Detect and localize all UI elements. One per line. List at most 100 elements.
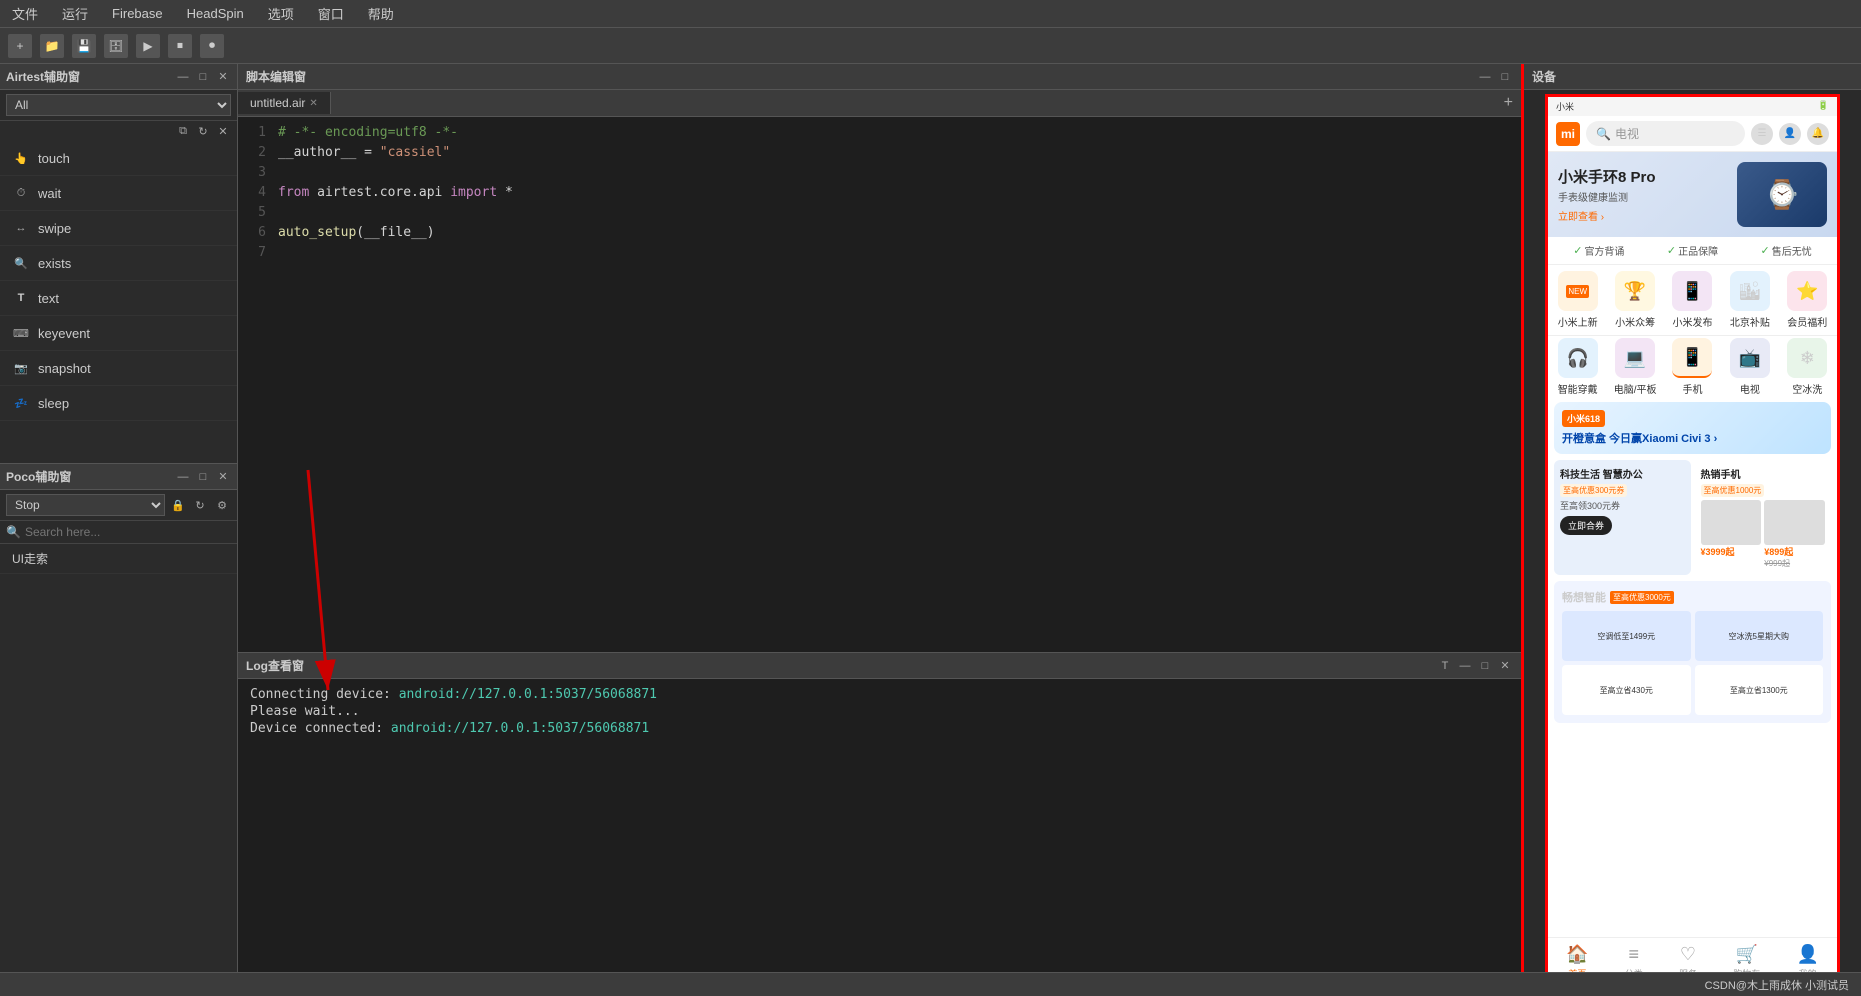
- airtest-item-snapshot[interactable]: 📷 snapshot: [0, 351, 237, 386]
- device-panel-header: 设备: [1524, 64, 1861, 90]
- mi-pcat-laptop[interactable]: 💻 电脑/平板: [1609, 338, 1660, 396]
- mi-nav-category[interactable]: ≡ 分类: [1625, 944, 1643, 972]
- new-button[interactable]: +: [8, 34, 32, 58]
- mi-618-title[interactable]: 开橙意盒 今日赢Xiaomi Civi 3 ›: [1562, 430, 1823, 446]
- editor-tab-untitled[interactable]: untitled.air ✕: [238, 92, 331, 114]
- snapshot-icon: 📷: [12, 359, 30, 377]
- mi-smart-item-4[interactable]: 至高立省1300元: [1695, 665, 1824, 715]
- mi-nav-home[interactable]: 🏠 首页: [1566, 944, 1588, 972]
- text-icon: T: [12, 289, 30, 307]
- mi-bell-icon[interactable]: 🔔: [1807, 123, 1829, 145]
- menu-help[interactable]: 帮助: [364, 2, 398, 25]
- mi-cat-new[interactable]: NEW 小米上新: [1552, 271, 1603, 329]
- poco-search-icon: 🔍: [6, 525, 21, 539]
- device-panel: 设备 小米 🔋 mi 🔍 电视: [1521, 64, 1861, 972]
- device-status-bar: 小米 🔋: [1548, 97, 1837, 116]
- record-button[interactable]: ⏺: [200, 34, 224, 58]
- poco-search-row: 🔍: [0, 521, 237, 544]
- airtest-item-wait[interactable]: ⏱ wait: [0, 176, 237, 211]
- code-area[interactable]: 1 # -*- encoding=utf8 -*- 2 __author__ =…: [238, 117, 1521, 652]
- mi-cat-vip[interactable]: ⭐ 会员福利: [1782, 271, 1833, 329]
- editor-tab-plus[interactable]: +: [1496, 90, 1521, 116]
- editor-icon-max[interactable]: □: [1497, 69, 1513, 85]
- editor-tab-close[interactable]: ✕: [309, 98, 317, 109]
- airtest-item-keyevent[interactable]: ⌨ keyevent: [0, 316, 237, 351]
- mi-smart-badge: 至高优惠3000元: [1610, 591, 1674, 604]
- mi-cat-zhongchou[interactable]: 🏆 小米众筹: [1609, 271, 1660, 329]
- open-button[interactable]: 📁: [40, 34, 64, 58]
- stop-button[interactable]: ⏹: [168, 34, 192, 58]
- editor-icon-min[interactable]: —: [1477, 69, 1493, 85]
- airtest-item-text[interactable]: T text: [0, 281, 237, 316]
- line-content-4: from airtest.core.api import *: [278, 185, 513, 205]
- airtest-item-exists[interactable]: 🔍 exists: [0, 246, 237, 281]
- airtest-close2-icon[interactable]: ✕: [215, 123, 231, 139]
- menu-firebase[interactable]: Firebase: [108, 4, 167, 23]
- poco-panel: Poco辅助窗 — □ ✕ Stop 🔒 ↻ ⚙ 🔍: [0, 464, 237, 972]
- text-label: text: [38, 291, 59, 306]
- mi-cat-fabu[interactable]: 📱 小米发布: [1667, 271, 1718, 329]
- code-line-3: 3: [238, 165, 1521, 185]
- poco-tree-item-ui[interactable]: UI走索: [0, 544, 237, 574]
- mi-product-categories: 🎧 智能穿戴 💻 电脑/平板 📱 手机 📺: [1548, 335, 1837, 398]
- airtest-icon-max[interactable]: □: [195, 69, 211, 85]
- menu-file[interactable]: 文件: [8, 2, 42, 25]
- mi-nav-profile[interactable]: 👤 我的: [1796, 944, 1818, 972]
- poco-refresh-btn[interactable]: ↻: [191, 496, 209, 514]
- line-num-6: 6: [238, 225, 278, 245]
- mi-pcat-wearable[interactable]: 🎧 智能穿戴: [1552, 338, 1603, 396]
- poco-mode-dropdown[interactable]: Stop: [6, 494, 165, 516]
- code-line-2: 2 __author__ = "cassiel": [238, 145, 1521, 165]
- mi-user-icon[interactable]: 👤: [1779, 123, 1801, 145]
- code-line-7: 7: [238, 245, 1521, 265]
- app-window: 文件 运行 Firebase HeadSpin 选项 窗口 帮助 + 📁 💾 🗄…: [0, 0, 1861, 996]
- airtest-dropdown[interactable]: All: [6, 94, 231, 116]
- log-line-3: Device connected: android://127.0.0.1:50…: [250, 721, 1509, 736]
- save-button[interactable]: 💾: [72, 34, 96, 58]
- airtest-item-touch[interactable]: 👆 touch: [0, 141, 237, 176]
- airtest-refresh-icon[interactable]: ↻: [195, 123, 211, 139]
- log-line-2: Please wait...: [250, 704, 1509, 719]
- mi-pcat-appliance[interactable]: ❄ 空冰洗: [1782, 338, 1833, 396]
- mi-search-bar[interactable]: 🔍 电视: [1586, 121, 1745, 146]
- run-button[interactable]: ▶: [136, 34, 160, 58]
- log-device-link-1[interactable]: android://127.0.0.1:5037/56068871: [399, 687, 657, 702]
- poco-icon-max[interactable]: □: [195, 469, 211, 485]
- menu-options[interactable]: 选项: [264, 2, 298, 25]
- airtest-item-sleep[interactable]: 💤 sleep: [0, 386, 237, 421]
- log-icon-close[interactable]: ✕: [1497, 658, 1513, 674]
- airtest-copy-icon[interactable]: ⧉: [175, 123, 191, 139]
- poco-panel-header: Poco辅助窗 — □ ✕: [0, 464, 237, 490]
- mi-grid-icon[interactable]: ☰: [1751, 123, 1773, 145]
- mi-cat-bj[interactable]: 🏙 北京补贴: [1724, 271, 1775, 329]
- mi-smart-item-1[interactable]: 空调低至1499元: [1562, 611, 1691, 661]
- poco-icon-min[interactable]: —: [175, 469, 191, 485]
- mi-banner-link[interactable]: 立即查看 ›: [1558, 208, 1656, 223]
- airtest-icon-close[interactable]: ✕: [215, 69, 231, 85]
- mi-smart-item-3[interactable]: 至高立省430元: [1562, 665, 1691, 715]
- airtest-item-swipe[interactable]: ↔ swipe: [0, 211, 237, 246]
- menu-window[interactable]: 窗口: [314, 2, 348, 25]
- mi-smart-item-2[interactable]: 空冰洗5星期大购: [1695, 611, 1824, 661]
- poco-settings-btn[interactable]: ⚙: [213, 496, 231, 514]
- poco-lock-btn[interactable]: 🔒: [169, 496, 187, 514]
- save-as-button[interactable]: 🗄: [104, 34, 128, 58]
- log-device-link-2[interactable]: android://127.0.0.1:5037/56068871: [391, 721, 649, 736]
- log-icon-max[interactable]: □: [1477, 658, 1493, 674]
- mi-life-btn[interactable]: 立即合券: [1560, 516, 1612, 535]
- menu-headspin[interactable]: HeadSpin: [183, 4, 248, 23]
- menu-run[interactable]: 运行: [58, 2, 92, 25]
- mi-pcat-phone[interactable]: 📱 手机: [1667, 338, 1718, 396]
- mi-nav-cart[interactable]: 🛒 购物车: [1733, 944, 1760, 972]
- mi-pcat-tv[interactable]: 📺 电视: [1724, 338, 1775, 396]
- mi-nav-service[interactable]: ♡ 服务: [1679, 944, 1697, 972]
- log-icon-min[interactable]: —: [1457, 658, 1473, 674]
- mi-pcat-laptop-icon: 💻: [1615, 338, 1655, 378]
- log-filter-icon[interactable]: T: [1437, 658, 1453, 674]
- mi-badge-service: ✓售后无忧: [1761, 243, 1812, 258]
- airtest-icon-min[interactable]: —: [175, 69, 191, 85]
- mi-bottom-nav: 🏠 首页 ≡ 分类 ♡ 服务 🛒 购物车: [1548, 937, 1837, 972]
- mi-smart-item-4-label: 至高立省1300元: [1730, 685, 1788, 696]
- poco-icon-close[interactable]: ✕: [215, 469, 231, 485]
- poco-search-input[interactable]: [25, 525, 231, 539]
